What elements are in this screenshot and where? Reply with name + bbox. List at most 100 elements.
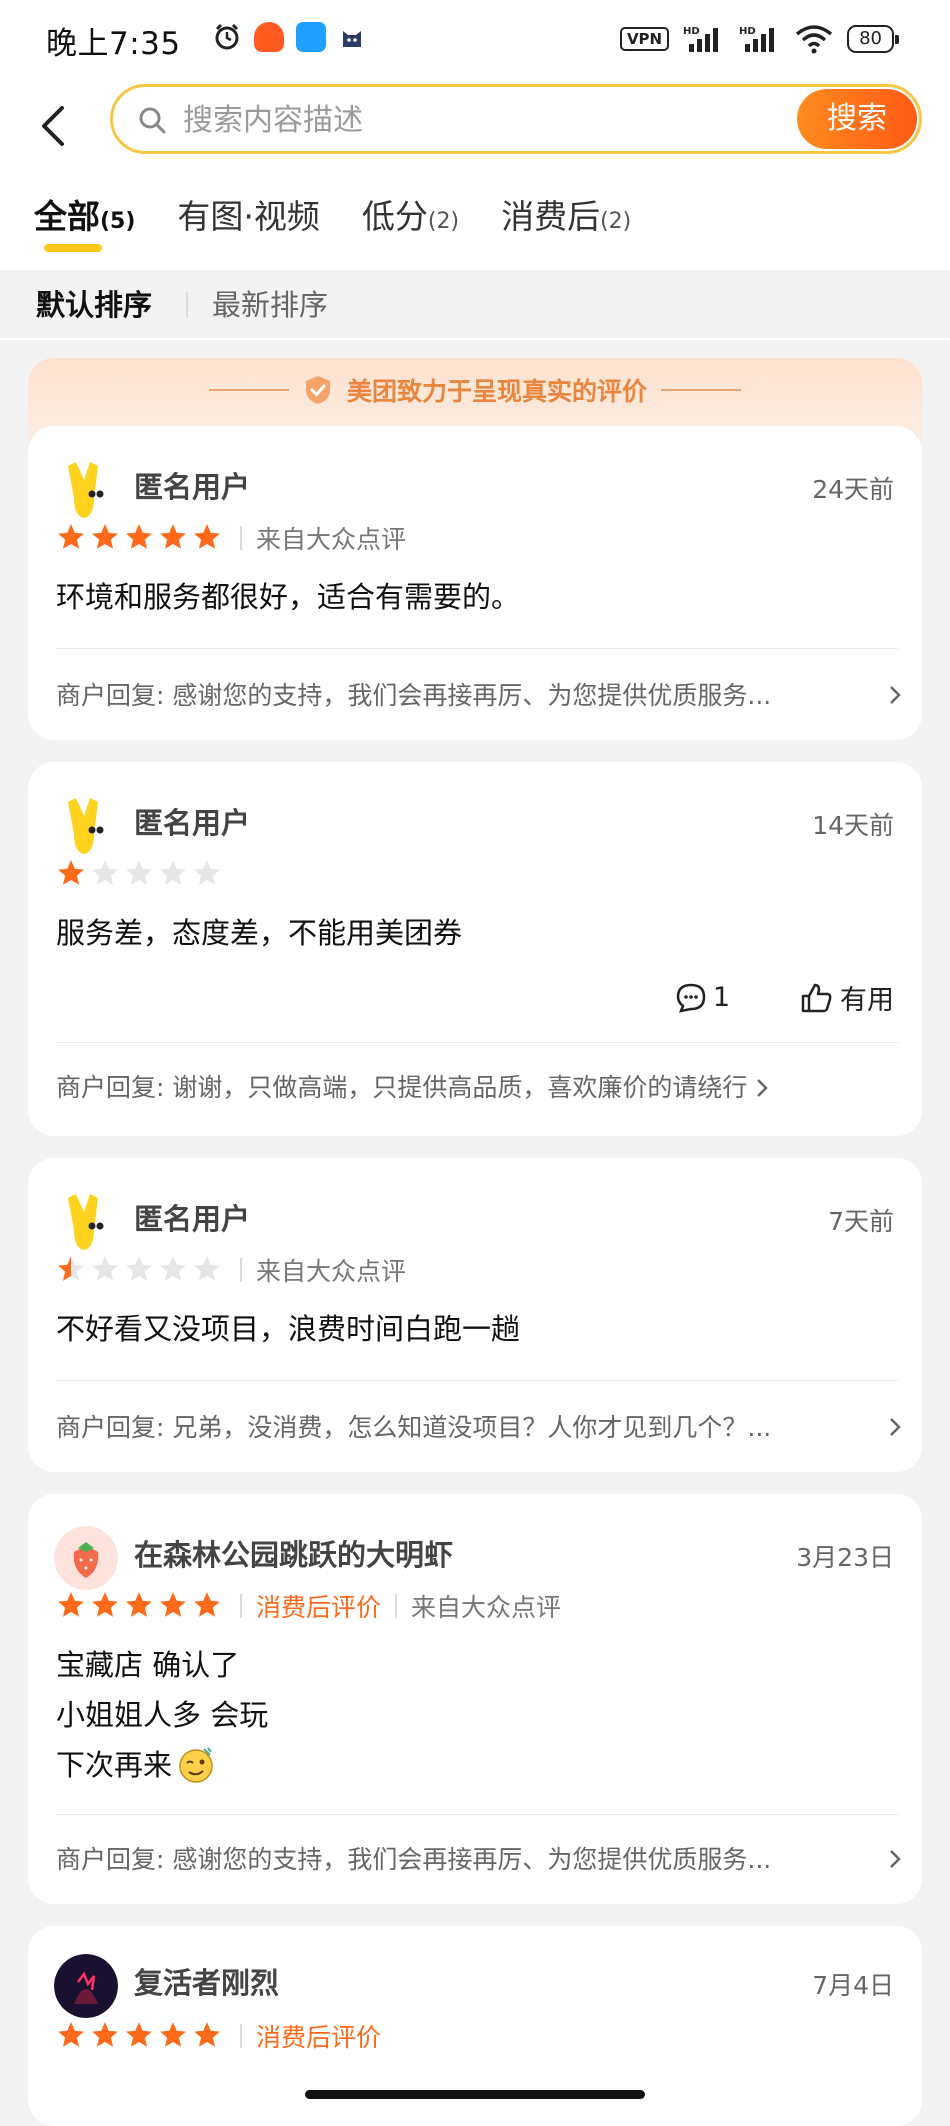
review-meta: 消费后评价 来自大众点评 xyxy=(240,1588,561,1624)
review-meta: 来自大众点评 xyxy=(240,520,406,556)
star-icon xyxy=(160,1592,186,1617)
meta-divider xyxy=(240,1594,242,1618)
star-icon xyxy=(194,524,220,549)
signal-icon: HD xyxy=(683,26,719,52)
card-divider xyxy=(56,1042,898,1043)
avatar-icon xyxy=(68,798,104,854)
star-icon xyxy=(92,1592,118,1617)
review-text-line: 下次再来 xyxy=(56,1748,173,1782)
reviewer-name[interactable]: 匿名用户 xyxy=(134,800,250,842)
alarm-icon xyxy=(215,23,239,50)
reviewer-name[interactable]: 复活者刚烈 xyxy=(134,1960,279,2002)
star-icon xyxy=(58,524,84,549)
star-icon xyxy=(58,2022,84,2047)
reviewer-name[interactable]: 匿名用户 xyxy=(134,464,250,506)
card-divider xyxy=(56,648,898,649)
star-icon xyxy=(92,1256,118,1281)
cat-icon xyxy=(343,31,361,47)
review-source: 来自大众点评 xyxy=(256,525,407,554)
review-card[interactable]: 匿名用户 14天前 服务差，态度差，不能用美团券 1 有用 商户回复: 谢谢，只… xyxy=(28,762,922,1136)
vpn-badge: VPN xyxy=(619,27,670,51)
review-card[interactable]: 匿名用户 24天前 来自大众点评 环境和服务都很好，适合有需要的。 商户回复: … xyxy=(28,426,922,740)
tab-photo-video-label: 有图·视频 xyxy=(177,197,320,236)
review-text: 服务差，态度差，不能用美团券 xyxy=(56,908,462,958)
banner-text: 美团致力于呈现真实的评价 xyxy=(346,377,647,406)
avatar-icon xyxy=(68,1194,104,1250)
signal-icon-2: HD xyxy=(739,26,775,52)
dark-avatar-icon xyxy=(54,1954,118,2018)
comment-count: 1 xyxy=(712,982,730,1013)
battery-indicator: 80 xyxy=(847,25,899,53)
comment-button[interactable]: 1 xyxy=(675,982,730,1014)
tab-photo-video[interactable]: 有图·视频 xyxy=(177,190,320,238)
star-icon xyxy=(126,2022,152,2047)
review-meta: 来自大众点评 xyxy=(240,1252,406,1288)
chevron-right-icon[interactable] xyxy=(755,1077,769,1099)
home-indicator[interactable] xyxy=(305,2090,645,2099)
tab-after-consumption-label: 消费后 xyxy=(501,197,601,236)
status-time: 晚上7:35 xyxy=(46,26,181,62)
tab-low-score-label: 低分 xyxy=(361,197,428,236)
review-card[interactable]: 匿名用户 7天前 来自大众点评 不好看又没项目，浪费时间白跑一趟 商户回复: 兄… xyxy=(28,1158,922,1472)
header: 搜索 全部(5) 有图·视频 低分(2) 消费后(2) 默认排序 最新排序 xyxy=(0,80,950,340)
tab-all[interactable]: 全部(5) xyxy=(34,190,136,252)
chevron-right-icon[interactable] xyxy=(888,1416,902,1438)
merchant-reply[interactable]: 商户回复: 感谢您的支持，我们会再接再厉、为您提供优质服务... xyxy=(56,1840,876,1876)
useful-button[interactable]: 有用 xyxy=(800,978,894,1017)
tab-after-consumption[interactable]: 消费后(2) xyxy=(501,190,631,238)
review-meta: 消费后评价 xyxy=(240,2018,381,2054)
star-icon xyxy=(58,1256,84,1281)
star-rating xyxy=(56,1590,226,1620)
review-time: 14天前 xyxy=(812,811,894,840)
review-actions: 1 有用 xyxy=(675,978,894,1017)
tab-low-score-count: (2) xyxy=(427,209,460,234)
app-notification-icon xyxy=(254,22,284,52)
meta-divider xyxy=(240,526,242,550)
star-icon xyxy=(194,2022,220,2047)
meta-divider xyxy=(240,1258,242,1282)
after-consumption-tag: 消费后评价 xyxy=(256,1593,382,1622)
meta-divider xyxy=(240,2024,242,2048)
sort-bar: 默认排序 最新排序 xyxy=(0,270,950,338)
review-text: 不好看又没项目，浪费时间白跑一趟 xyxy=(56,1304,520,1354)
star-icon xyxy=(160,860,186,885)
star-rating xyxy=(56,858,226,888)
star-icon xyxy=(160,2022,186,2047)
card-divider xyxy=(56,1814,898,1815)
search-input[interactable] xyxy=(181,95,685,145)
review-time: 24天前 xyxy=(812,475,894,504)
notification-icons xyxy=(212,22,366,52)
sort-default[interactable]: 默认排序 xyxy=(36,282,152,324)
star-icon xyxy=(58,860,84,885)
chevron-right-icon[interactable] xyxy=(888,684,902,706)
star-icon xyxy=(92,2022,118,2047)
review-time: 3月23日 xyxy=(796,1543,894,1572)
merchant-reply[interactable]: 商户回复: 谢谢，只做高端，只提供高品质，喜欢廉价的请绕行 xyxy=(56,1068,876,1104)
search-button[interactable]: 搜索 xyxy=(797,89,917,149)
back-icon[interactable] xyxy=(34,96,74,156)
star-icon xyxy=(194,1256,220,1281)
merchant-reply[interactable]: 商户回复: 兄弟，没消费，怎么知道没项目？人你才见到几个？... xyxy=(56,1408,876,1444)
card-divider xyxy=(56,1380,898,1381)
merchant-reply-text: 商户回复: 谢谢，只做高端，只提供高品质，喜欢廉价的请绕行 xyxy=(56,1073,748,1102)
review-text-line: 宝藏店 确认了 xyxy=(56,1648,240,1682)
reviewer-name[interactable]: 在森林公园跳跃的大明虾 xyxy=(134,1532,453,1574)
status-bar: 晚上7:35 VPN HD HD 80 xyxy=(0,0,950,80)
tab-after-consumption-count: (2) xyxy=(600,209,632,234)
review-card[interactable]: 在森林公园跳跃的大明虾 3月23日 消费后评价 来自大众点评 宝藏店 确认了 小… xyxy=(28,1494,922,1904)
merchant-reply[interactable]: 商户回复: 感谢您的支持，我们会再接再厉、为您提供优质服务... xyxy=(56,676,876,712)
review-time: 7天前 xyxy=(828,1207,894,1236)
wink-emoji-icon xyxy=(179,1747,213,1783)
review-text-line: 环境和服务都很好，适合有需要的。 xyxy=(56,580,521,614)
star-icon xyxy=(92,524,118,549)
tab-all-count: (5) xyxy=(100,209,136,234)
review-text-line: 服务差，态度差，不能用美团券 xyxy=(56,916,463,950)
review-source: 来自大众点评 xyxy=(411,1593,562,1622)
tab-low-score[interactable]: 低分(2) xyxy=(362,190,459,238)
sort-latest[interactable]: 最新排序 xyxy=(212,282,328,324)
reviewer-name[interactable]: 匿名用户 xyxy=(134,1196,250,1238)
review-text-line: 不好看又没项目，浪费时间白跑一趟 xyxy=(56,1312,521,1346)
chevron-right-icon[interactable] xyxy=(888,1848,902,1870)
star-rating xyxy=(56,2020,226,2050)
sort-divider xyxy=(186,292,188,318)
